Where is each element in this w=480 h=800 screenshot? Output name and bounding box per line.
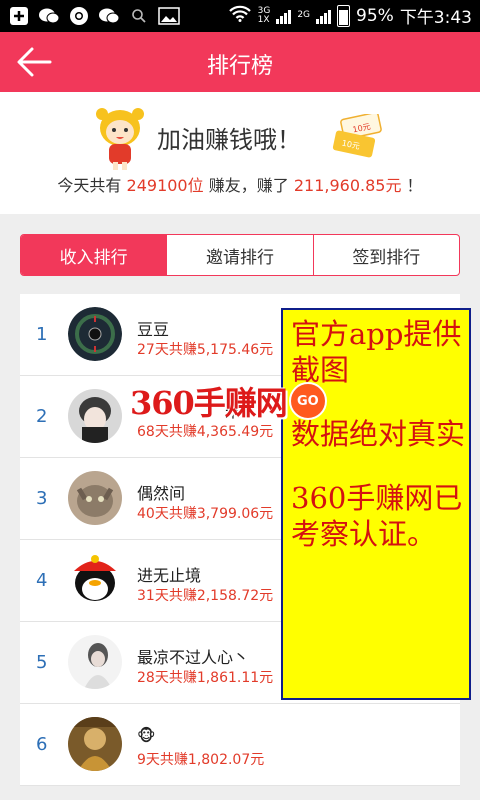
summary-text: 今天共有 <box>57 176 122 195</box>
daily-summary: 今天共有 249100位 赚友，赚了 211,960.85元 ！ <box>0 172 480 196</box>
wechat-icon <box>98 5 120 27</box>
rank-number: 6 <box>36 734 48 755</box>
avatar <box>68 553 122 607</box>
page-title: 排行榜 <box>206 54 273 79</box>
battery-icon <box>337 4 351 27</box>
tab-invite-ranking[interactable]: 邀请排行 <box>166 235 312 275</box>
avatar <box>68 389 122 443</box>
list-item[interactable]: 6 🐵 9天共赚1,802.07元 <box>20 704 460 786</box>
ranking-tabs: 收入排行 邀请排行 签到排行 <box>20 234 460 276</box>
earnings-text: 40天共赚3,799.06元 <box>137 506 274 522</box>
verification-notice: 官方app提供截图 数据绝对真实 360手赚网已考察认证。 <box>281 308 471 700</box>
chrome-icon <box>68 5 90 27</box>
earnings-text: 9天共赚1,802.07元 <box>137 752 265 768</box>
user-name: 豆豆 <box>137 320 170 339</box>
user-name: 进无止境 <box>137 566 202 585</box>
rank-number: 2 <box>36 406 48 427</box>
notice-line: 360手赚网已考察认证。 <box>291 481 463 551</box>
user-count: 249100位 <box>126 176 204 195</box>
network-type-1: 3G 1X <box>257 6 271 25</box>
user-name: 🐵 <box>137 726 156 745</box>
go-badge-icon: GO <box>288 382 327 420</box>
avatar <box>68 471 122 525</box>
watermark-text: 360手赚网 <box>130 384 288 422</box>
summary-text: 赚友，赚了 <box>208 176 289 195</box>
wechat-icon <box>38 5 60 27</box>
rank-number: 4 <box>36 570 48 591</box>
notification-icons <box>8 5 180 27</box>
user-name: 最凉不过人心丶 <box>137 648 250 667</box>
rank-number: 3 <box>36 488 48 509</box>
watermark: 360手赚网 GO <box>130 378 327 424</box>
battery-level: 95% <box>356 5 394 26</box>
image-icon <box>158 5 180 27</box>
earnings-text: 68天共赚4,365.49元 <box>137 424 274 440</box>
avatar <box>68 635 122 689</box>
mascot-icon <box>96 108 144 170</box>
total-amount: 211,960.85元 <box>293 176 402 195</box>
signal-icon <box>276 8 292 24</box>
network-label: 1X <box>257 14 270 25</box>
rank-number: 1 <box>36 324 48 345</box>
status-bar: 3G 1X 2G 95% 下午3:43 <box>0 0 480 32</box>
system-status: 3G 1X 2G 95% 下午3:43 <box>228 3 472 28</box>
user-name: 偶然间 <box>137 484 186 503</box>
tab-checkin-ranking[interactable]: 签到排行 <box>312 235 459 275</box>
earnings-text: 31天共赚2,158.72元 <box>137 588 274 604</box>
summary-text: ！ <box>406 176 423 195</box>
app-header: 排行榜 <box>0 32 480 92</box>
plus-icon <box>8 5 30 27</box>
avatar <box>68 717 122 771</box>
network-label: 2G <box>297 10 311 20</box>
earnings-text: 27天共赚5,175.46元 <box>137 342 274 358</box>
cheer-text: 加油赚钱哦！ <box>157 126 301 154</box>
earnings-banner: 加油赚钱哦！ 10元 10元 今天共有 249100位 赚友，赚了 211,96… <box>0 92 480 214</box>
earnings-text: 28天共赚1,861.11元 <box>137 670 274 686</box>
search-icon <box>128 5 150 27</box>
signal-icon <box>316 8 332 24</box>
clock: 下午3:43 <box>399 8 472 28</box>
tab-income-ranking[interactable]: 收入排行 <box>21 235 167 275</box>
network-type-2: 2G <box>297 11 310 20</box>
avatar <box>68 307 122 361</box>
rank-number: 5 <box>36 652 48 673</box>
coupon-icon: 10元 10元 <box>332 114 382 158</box>
wifi-icon <box>228 4 252 27</box>
